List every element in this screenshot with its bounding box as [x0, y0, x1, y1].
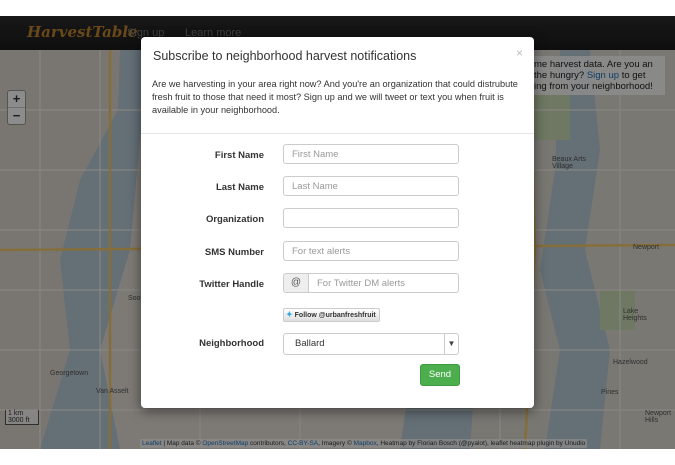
neighborhood-selected-value: Ballard	[295, 338, 325, 349]
modal-header: Subscribe to neighborhood harvest notifi…	[141, 37, 534, 65]
modal-title: Subscribe to neighborhood harvest notifi…	[153, 49, 417, 63]
subscribe-modal: Subscribe to neighborhood harvest notifi…	[141, 37, 534, 408]
send-button[interactable]: Send	[420, 364, 460, 386]
sms-number-input[interactable]	[283, 241, 459, 261]
twitter-handle-label: Twitter Handle	[199, 279, 264, 290]
neighborhood-select[interactable]: Ballard ▼	[283, 333, 459, 355]
close-icon[interactable]: ×	[516, 46, 523, 60]
modal-description: Are we harvesting in your area right now…	[152, 79, 518, 115]
last-name-label: Last Name	[215, 182, 264, 193]
twitter-bird-icon: ✦	[286, 310, 293, 319]
organization-label: Organization	[205, 214, 264, 225]
sms-number-label: SMS Number	[204, 247, 264, 258]
twitter-follow-button[interactable]: ✦ Follow @urbanfreshfruit	[283, 308, 380, 322]
at-sign-addon: @	[283, 273, 309, 293]
modal-divider	[141, 133, 534, 134]
follow-button-label: Follow @urbanfreshfruit	[294, 312, 376, 319]
first-name-label: First Name	[214, 150, 264, 161]
neighborhood-label: Neighborhood	[199, 338, 264, 349]
organization-input[interactable]	[283, 208, 459, 228]
app-screenshot: HarvestTable Sign up Learn more + − me h…	[0, 16, 675, 449]
chevron-down-icon: ▼	[444, 334, 458, 354]
last-name-input[interactable]	[283, 176, 459, 196]
first-name-input[interactable]	[283, 144, 459, 164]
twitter-handle-input[interactable]	[308, 273, 459, 293]
